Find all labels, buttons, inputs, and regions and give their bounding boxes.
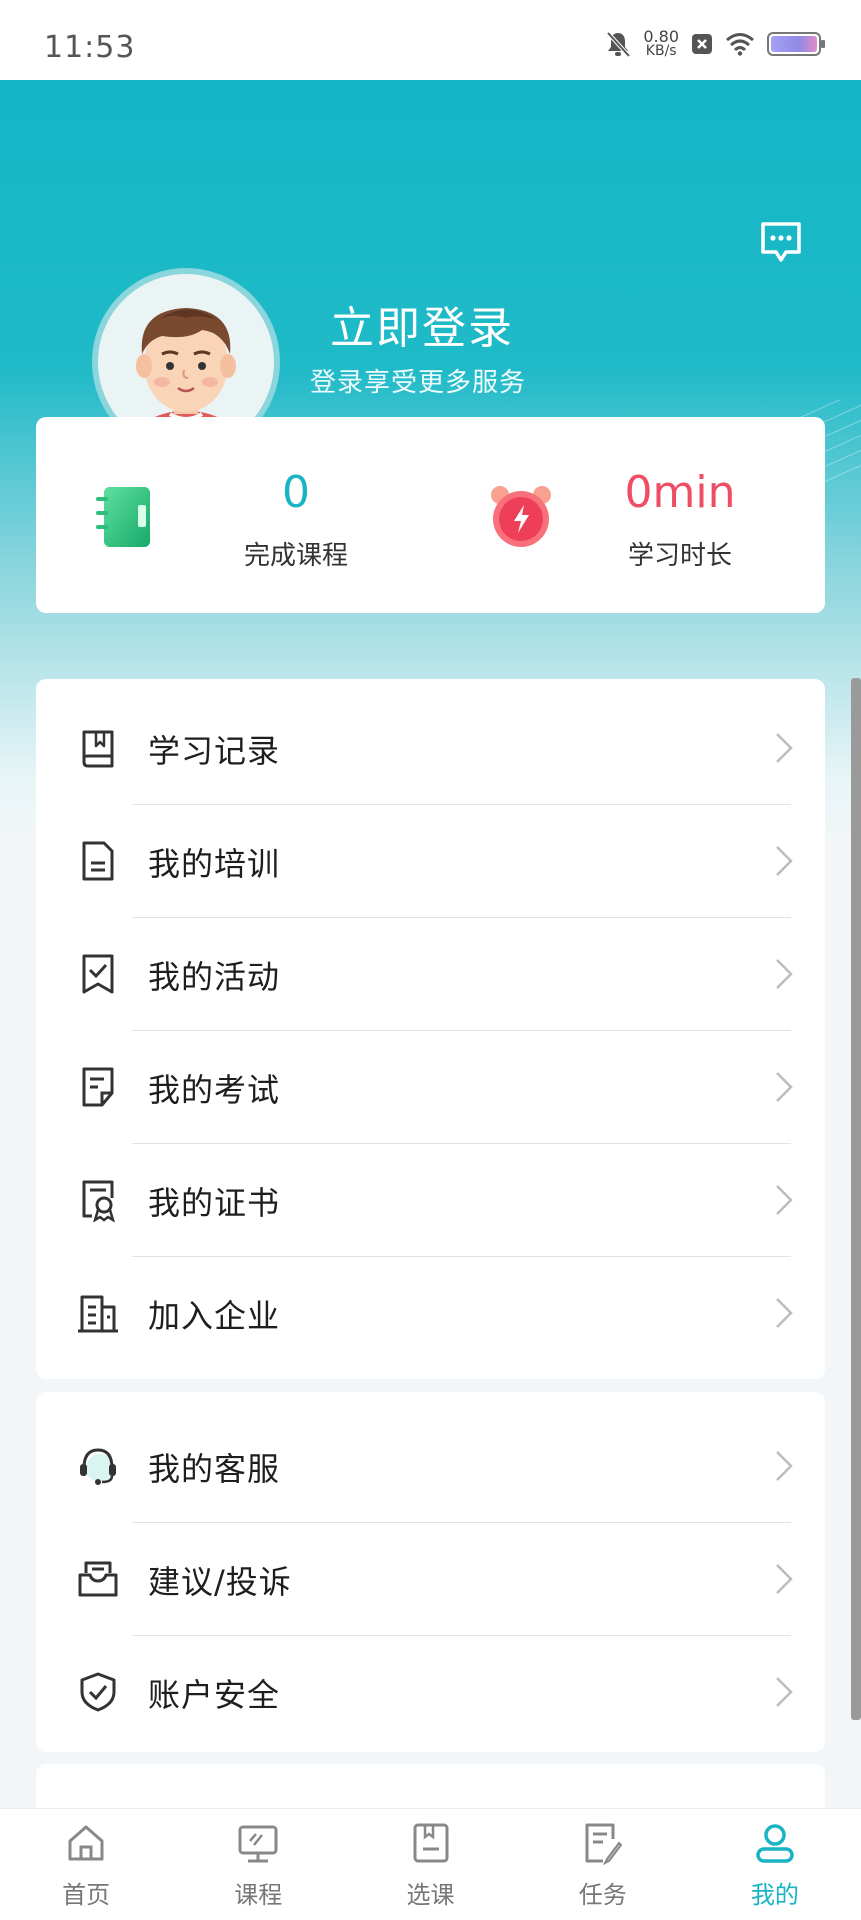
net-speed: 0.80 KB/s: [643, 27, 679, 59]
menu-label: 我的培训: [148, 845, 281, 883]
building-icon: [78, 1295, 118, 1333]
bookmark-check-icon: [82, 954, 114, 994]
login-subtitle: 登录享受更多服务: [310, 368, 527, 398]
menu-label: 我的证书: [148, 1184, 281, 1222]
menu-item-my-training[interactable]: 我的培训: [36, 805, 825, 918]
status-time: 11:53: [44, 30, 136, 65]
scrollbar[interactable]: [851, 678, 861, 1720]
nav-label: 选课: [406, 1881, 455, 1909]
nav-label: 我的: [750, 1881, 799, 1909]
chevron-right-icon: [776, 1677, 793, 1707]
menu-item-study-record[interactable]: 学习记录: [36, 692, 825, 805]
login-title[interactable]: 立即登录: [330, 292, 514, 356]
menu-item-my-certificate[interactable]: 我的证书: [36, 1144, 825, 1257]
chevron-right-icon: [776, 1185, 793, 1215]
menu-label: 建议/投诉: [148, 1563, 292, 1601]
study-duration-label: 学习时长: [627, 541, 732, 571]
nav-tasks[interactable]: 任务: [517, 1809, 689, 1920]
mailbox-icon: [78, 1561, 118, 1597]
menu-label: 我的活动: [148, 958, 281, 996]
nav-courses[interactable]: 课程: [172, 1809, 344, 1920]
stats-card: 0 完成课程 0min 学习时长: [36, 417, 825, 613]
monitor-icon: [238, 1825, 278, 1863]
completed-courses-label: 完成课程: [243, 541, 348, 571]
close-box-icon: [692, 34, 712, 54]
menu-group-learning: 学习记录 我的培训 我的活动 我的考试 我的证书 加入企业: [36, 679, 825, 1379]
nav-select-course[interactable]: 选课: [344, 1809, 516, 1920]
net-speed-unit: KB/s: [645, 43, 677, 59]
certificate-icon: [82, 1180, 115, 1222]
home-icon: [68, 1825, 104, 1861]
stat-completed-courses[interactable]: 0 完成课程: [36, 417, 430, 613]
select-book-icon: [413, 1823, 448, 1863]
menu-label: 加入企业: [148, 1297, 281, 1335]
menu-item-my-exam[interactable]: 我的考试: [36, 1031, 825, 1144]
status-icons: 0.80 KB/s: [605, 27, 825, 59]
completed-courses-value: 0: [282, 467, 310, 518]
book-icon: [82, 730, 114, 768]
menu-label: 我的考试: [148, 1071, 281, 1109]
menu-label: 学习记录: [148, 732, 281, 770]
menu-label: 我的客服: [148, 1450, 281, 1488]
chevron-right-icon: [776, 1564, 793, 1594]
chevron-right-icon: [776, 1451, 793, 1481]
chevron-right-icon: [776, 846, 793, 876]
stat-study-duration[interactable]: 0min 学习时长: [430, 417, 825, 613]
bell-muted-icon: [606, 31, 631, 58]
nav-mine[interactable]: 我的: [689, 1809, 861, 1920]
chevron-right-icon: [776, 959, 793, 989]
shield-check-icon: [80, 1672, 116, 1712]
nav-home[interactable]: 首页: [0, 1809, 172, 1920]
nav-label: 首页: [62, 1881, 111, 1909]
chevron-right-icon: [776, 1072, 793, 1102]
bottom-nav: 首页 课程 选课 任务 我的: [0, 1808, 861, 1920]
headset-icon: [80, 1448, 116, 1485]
alarm-clock-icon: [491, 486, 551, 547]
menu-item-join-company[interactable]: 加入企业: [36, 1257, 825, 1370]
status-bar: 11:53 0.80 KB/s: [0, 0, 861, 80]
menu-item-account-security[interactable]: 账户安全: [36, 1636, 825, 1749]
nav-label: 任务: [578, 1881, 627, 1909]
study-duration-value: 0min: [624, 467, 736, 518]
exam-paper-icon: [82, 1067, 114, 1107]
menu-label: 账户安全: [148, 1676, 281, 1714]
menu-item-feedback[interactable]: 建议/投诉: [36, 1523, 825, 1636]
notebook-icon: [96, 487, 150, 547]
document-icon: [82, 841, 114, 881]
net-speed-value: 0.80: [643, 27, 679, 46]
menu-item-customer-service[interactable]: 我的客服: [36, 1410, 825, 1523]
wifi-icon: [726, 33, 754, 56]
menu-group-service: 我的客服 建议/投诉 账户安全: [36, 1392, 825, 1752]
nav-label: 课程: [234, 1881, 283, 1909]
chevron-right-icon: [776, 1298, 793, 1328]
chevron-right-icon: [776, 733, 793, 763]
task-icon: [585, 1823, 623, 1865]
menu-item-my-activity[interactable]: 我的活动: [36, 918, 825, 1031]
battery-icon: [767, 32, 825, 56]
person-icon: [756, 1824, 794, 1863]
message-icon[interactable]: [759, 220, 803, 266]
